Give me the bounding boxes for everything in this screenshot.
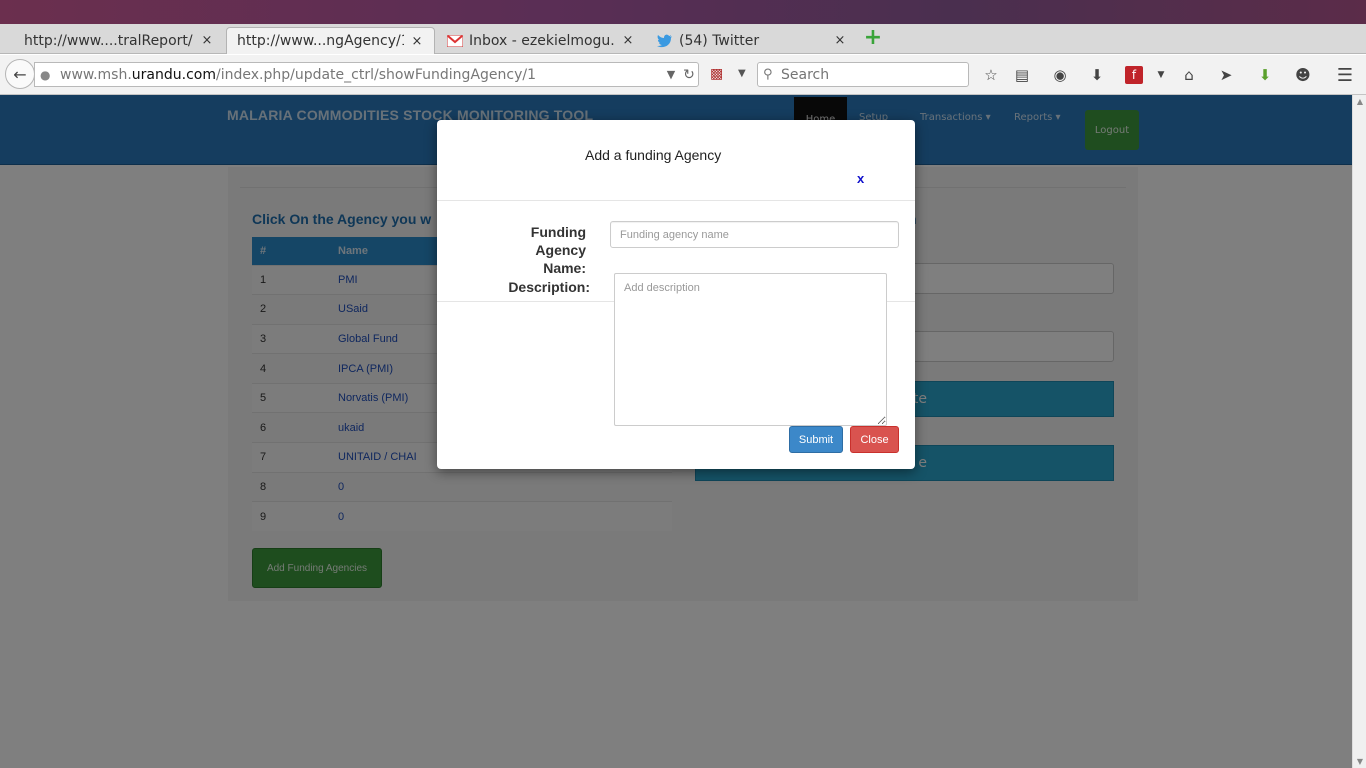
description-label: Description: — [508, 279, 590, 295]
new-tab-button[interactable]: + — [862, 27, 884, 49]
submit-button[interactable]: Submit — [789, 426, 843, 453]
tab-strip: http://www....tralReport/ × http://www..… — [0, 24, 1366, 54]
gmail-icon — [447, 33, 463, 49]
flash-icon[interactable]: f — [1125, 66, 1143, 84]
funding-agency-name-input[interactable] — [610, 221, 899, 248]
chat-icon[interactable]: ☻ — [1292, 64, 1314, 86]
add-funding-agency-modal: Add a funding Agency x Funding Agency Nam… — [437, 120, 915, 469]
funding-agency-name-label: Funding Agency Name: — [530, 224, 586, 276]
tab-funding-agency[interactable]: http://www...ngAgency/1 × — [226, 27, 435, 54]
page-scrollbar[interactable]: ▲ ▼ — [1352, 95, 1366, 768]
send-icon[interactable]: ➤ — [1215, 64, 1237, 86]
chevron-down-icon[interactable]: ▼ — [1150, 64, 1172, 86]
close-icon[interactable]: × — [410, 34, 424, 49]
url-bar[interactable]: ● www.msh.urandu.com/index.php/update_ct… — [34, 62, 699, 87]
star-icon[interactable]: ☆ — [980, 64, 1002, 86]
tab-twitter[interactable]: (54) Twitter × — [647, 27, 857, 54]
arrow-left-icon: ← — [13, 64, 27, 84]
tab-label: Inbox - ezekielmogu... — [469, 32, 615, 49]
url-text[interactable]: www.msh.urandu.com/index.php/update_ctrl… — [56, 67, 662, 83]
download-icon[interactable]: ⬇ — [1086, 64, 1108, 86]
description-textarea[interactable] — [614, 273, 887, 426]
modal-close-x-button[interactable]: x — [857, 171, 864, 186]
tab-central-report[interactable]: http://www....tralReport/ × — [14, 27, 224, 54]
search-icon: ⚲ — [763, 67, 773, 82]
blocked-plugin-icon[interactable]: ▩ — [710, 66, 730, 84]
back-button[interactable]: ← — [5, 59, 35, 89]
downloader-icon[interactable]: ⬇ — [1254, 64, 1276, 86]
scroll-down-icon[interactable]: ▼ — [1355, 757, 1365, 766]
tab-label: http://www....tralReport/ — [24, 32, 193, 49]
menu-icon[interactable]: ☰ — [1334, 64, 1356, 86]
modal-title: Add a funding Agency — [585, 147, 722, 163]
window-titlebar — [0, 0, 1366, 24]
close-icon[interactable]: × — [833, 33, 847, 48]
reload-icon[interactable]: ↻ — [680, 67, 698, 83]
search-bar[interactable]: ⚲ — [757, 62, 969, 87]
close-icon[interactable]: × — [200, 33, 214, 48]
reading-list-icon[interactable]: ▤ — [1011, 64, 1033, 86]
tab-label: (54) Twitter — [679, 32, 760, 49]
close-icon[interactable]: × — [621, 33, 635, 48]
globe-icon: ● — [40, 67, 51, 82]
tab-label: http://www...ngAgency/1 — [237, 33, 404, 49]
tab-inbox[interactable]: Inbox - ezekielmogu... × — [437, 27, 645, 54]
close-button[interactable]: Close — [850, 426, 899, 453]
twitter-icon — [657, 33, 673, 49]
chevron-down-icon[interactable]: ▼ — [738, 68, 746, 79]
scroll-up-icon[interactable]: ▲ — [1355, 97, 1365, 106]
web-page: MALARIA COMMODITIES STOCK MONITORING TOO… — [0, 95, 1352, 768]
modal-header: Add a funding Agency x — [437, 120, 915, 201]
home-icon[interactable]: ⌂ — [1178, 64, 1200, 86]
search-input[interactable] — [781, 66, 968, 83]
dropdown-icon[interactable]: ▼ — [662, 68, 680, 81]
pocket-icon[interactable]: ◉ — [1049, 64, 1071, 86]
